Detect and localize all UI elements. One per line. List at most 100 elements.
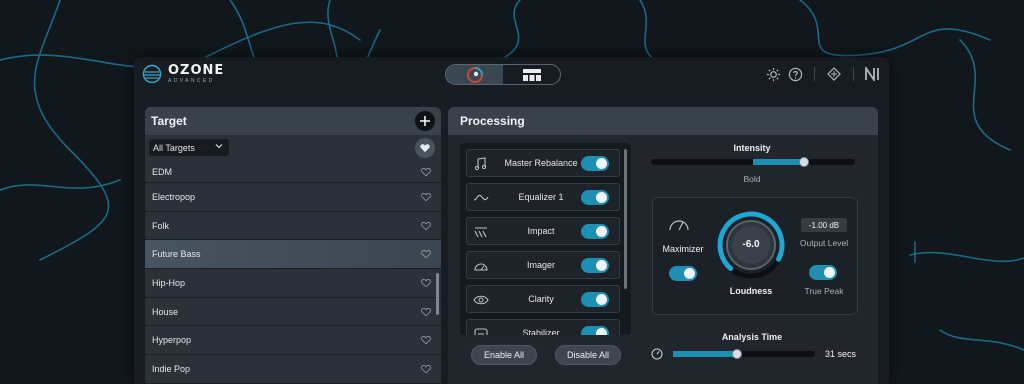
native-instruments-icon xyxy=(865,67,879,81)
target-item[interactable]: EDM xyxy=(145,161,441,183)
target-list-scrollbar[interactable] xyxy=(436,273,439,315)
true-peak-toggle[interactable] xyxy=(809,265,837,280)
favorites-filter-button[interactable] xyxy=(415,138,435,158)
module-enable-toggle[interactable] xyxy=(581,292,609,307)
target-header: Target xyxy=(145,107,441,135)
favorite-heart-icon[interactable] xyxy=(421,364,431,376)
module-row[interactable]: Equalizer 1 xyxy=(466,183,620,211)
intensity-slider-thumb[interactable] xyxy=(799,157,809,167)
loudness-value: -6.0 xyxy=(742,239,760,250)
module-view-button[interactable] xyxy=(503,65,560,84)
brand-button[interactable] xyxy=(826,66,842,82)
module-list: Master Rebalance Equalizer 1 Impact Imager C… xyxy=(460,143,631,335)
target-item[interactable]: House xyxy=(145,298,441,327)
target-item-label: House xyxy=(152,306,179,317)
module-list-scrollbar[interactable] xyxy=(624,149,627,289)
app-edition: ADVANCED xyxy=(168,78,215,84)
favorite-heart-icon[interactable] xyxy=(421,221,431,233)
loudness-knob[interactable]: -6.0 xyxy=(716,210,786,280)
favorite-heart-icon[interactable] xyxy=(421,167,431,179)
loudness-label: Loudness xyxy=(729,286,773,296)
module-label: Stabilizer xyxy=(522,328,560,335)
top-right-icons xyxy=(765,66,881,82)
heart-icon xyxy=(420,144,430,153)
module-label: Equalizer 1 xyxy=(518,192,564,202)
help-button[interactable] xyxy=(787,66,803,82)
target-filter-dropdown[interactable]: All Targets xyxy=(149,139,229,156)
processing-header: Processing xyxy=(448,107,878,135)
true-peak-label: True Peak xyxy=(804,286,844,296)
target-item-label: Future Bass xyxy=(152,249,201,260)
note-icon xyxy=(474,157,487,171)
favorite-heart-icon[interactable] xyxy=(421,192,431,204)
favorite-heart-icon[interactable] xyxy=(421,307,431,319)
module-row[interactable]: Imager xyxy=(466,251,620,279)
maximizer-section: Maximizer -6.0 Loudness -1.00 dB Output … xyxy=(652,197,858,315)
app-logo: OZONE ADVANCED xyxy=(142,64,224,84)
output-level-readout[interactable]: -1.00 dB xyxy=(801,218,847,232)
module-row[interactable]: Impact xyxy=(466,217,620,245)
module-label: Impact xyxy=(527,226,555,236)
module-enable-toggle[interactable] xyxy=(581,224,609,239)
view-mode-toggle xyxy=(445,64,561,85)
eye-icon xyxy=(473,295,489,305)
maximizer-toggle[interactable] xyxy=(669,266,697,281)
processing-title: Processing xyxy=(460,114,525,128)
toolbar-divider xyxy=(814,67,815,81)
app-name: OZONE xyxy=(168,63,225,78)
target-item-label: Electropop xyxy=(152,191,196,202)
plus-icon xyxy=(420,116,430,126)
add-target-button[interactable] xyxy=(415,111,435,131)
settings-icon xyxy=(766,67,780,81)
module-enable-toggle[interactable] xyxy=(581,156,609,171)
imager-icon xyxy=(474,263,488,271)
favorite-heart-icon[interactable] xyxy=(421,249,431,261)
module-enable-toggle[interactable] xyxy=(581,258,609,273)
eq-curve-icon xyxy=(473,194,489,201)
intensity-label: Intensity xyxy=(733,143,771,153)
target-filter-value: All Targets xyxy=(153,142,195,153)
module-row[interactable]: Clarity xyxy=(466,285,620,313)
target-item[interactable]: Indie Pop xyxy=(145,355,441,384)
target-item-label: Hip-Hop xyxy=(152,277,186,288)
module-label: Clarity xyxy=(528,294,554,304)
target-item[interactable]: Electropop xyxy=(145,183,441,212)
module-label: Imager xyxy=(526,260,555,270)
output-level-label: Output Level xyxy=(799,238,849,248)
favorite-heart-icon[interactable] xyxy=(421,335,431,347)
analysis-time-value: 31 secs xyxy=(825,349,857,359)
disable-all-button[interactable]: Disable All xyxy=(555,345,621,365)
toolbar-divider xyxy=(853,67,854,81)
module-label: Master Rebalance xyxy=(504,158,578,168)
enable-all-button[interactable]: Enable All xyxy=(471,345,537,365)
module-enable-toggle[interactable] xyxy=(581,326,609,335)
module-enable-toggle[interactable] xyxy=(581,190,609,205)
brand-icon xyxy=(827,67,841,81)
settings-button[interactable] xyxy=(765,66,781,82)
analysis-time-slider-thumb[interactable] xyxy=(731,349,742,359)
module-row[interactable]: Master Rebalance xyxy=(466,149,620,177)
ozone-logo-icon xyxy=(142,64,162,84)
target-list: EDM Electropop Folk Future Bass Hip-Hop House… xyxy=(145,161,441,384)
target-item[interactable]: Hip-Hop xyxy=(145,269,441,298)
favorite-heart-icon[interactable] xyxy=(421,278,431,290)
maximizer-label: Maximizer xyxy=(662,244,704,254)
target-item[interactable]: Future Bass xyxy=(145,240,441,270)
target-item[interactable]: Folk xyxy=(145,212,441,241)
analysis-time-slider-fill xyxy=(673,351,737,357)
target-item-label: Folk xyxy=(152,220,170,231)
intensity-slider-fill xyxy=(753,159,804,165)
ozone-window: OZONE ADVANCED Target All Targets EDM El… xyxy=(134,57,889,384)
target-title: Target xyxy=(151,114,187,128)
assistant-icon xyxy=(466,66,483,83)
meter-gauge-icon xyxy=(669,220,689,231)
module-row[interactable]: Stabilizer xyxy=(466,319,620,335)
top-bar: OZONE ADVANCED xyxy=(134,57,889,95)
target-item[interactable]: Hyperpop xyxy=(145,326,441,356)
analysis-time-label: Analysis Time xyxy=(721,332,783,342)
target-item-label: Indie Pop xyxy=(152,363,191,374)
target-item-label: Hyperpop xyxy=(152,335,192,346)
chevron-down-icon xyxy=(215,144,223,149)
intensity-value: Bold xyxy=(743,174,761,184)
assistant-view-button[interactable] xyxy=(446,65,503,84)
